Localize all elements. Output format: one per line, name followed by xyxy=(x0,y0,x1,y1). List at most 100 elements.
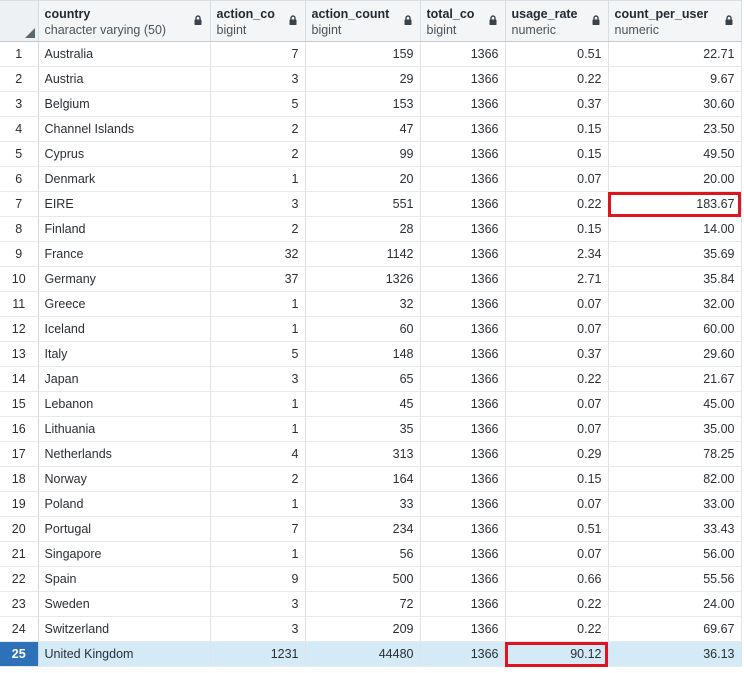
cell-action-co[interactable]: 2 xyxy=(210,216,306,242)
cell-usage-rate[interactable]: 0.22 xyxy=(505,616,609,642)
cell-action-co[interactable]: 1 xyxy=(210,391,306,417)
cell-action-co[interactable]: 1 xyxy=(210,491,306,517)
cell-usage-rate[interactable]: 0.07 xyxy=(505,391,609,417)
row-index-cell[interactable]: 9 xyxy=(0,241,39,267)
cell-action-count[interactable]: 47 xyxy=(305,116,421,142)
cell-action-count[interactable]: 60 xyxy=(305,316,421,342)
row-index-cell[interactable]: 17 xyxy=(0,441,39,467)
cell-country[interactable]: Portugal xyxy=(38,516,211,542)
row-index-cell[interactable]: 5 xyxy=(0,141,39,167)
row-index-cell[interactable]: 10 xyxy=(0,266,39,292)
cell-usage-rate[interactable]: 0.07 xyxy=(505,541,609,567)
cell-total-co[interactable]: 1366 xyxy=(420,566,506,592)
cell-usage-rate[interactable]: 0.29 xyxy=(505,441,609,467)
cell-country[interactable]: France xyxy=(38,241,211,267)
cell-count-per-user[interactable]: 32.00 xyxy=(608,291,742,317)
cell-total-co[interactable]: 1366 xyxy=(420,191,506,217)
cell-country[interactable]: Belgium xyxy=(38,91,211,117)
table-row[interactable]: 11 Greece 1 32 1366 0.07 32.00 xyxy=(0,291,742,317)
cell-usage-rate[interactable]: 0.07 xyxy=(505,291,609,317)
cell-action-count[interactable]: 1326 xyxy=(305,266,421,292)
cell-total-co[interactable]: 1366 xyxy=(420,516,506,542)
cell-action-count[interactable]: 148 xyxy=(305,341,421,367)
cell-country[interactable]: Germany xyxy=(38,266,211,292)
row-index-cell[interactable]: 1 xyxy=(0,41,39,67)
row-index-cell[interactable]: 19 xyxy=(0,491,39,517)
cell-action-count[interactable]: 313 xyxy=(305,441,421,467)
table-row[interactable]: 10 Germany 37 1326 1366 2.71 35.84 xyxy=(0,266,742,292)
table-row[interactable]: 21 Singapore 1 56 1366 0.07 56.00 xyxy=(0,541,742,567)
row-index-cell[interactable]: 8 xyxy=(0,216,39,242)
cell-action-co[interactable]: 3 xyxy=(210,591,306,617)
cell-total-co[interactable]: 1366 xyxy=(420,616,506,642)
cell-usage-rate[interactable]: 0.15 xyxy=(505,466,609,492)
row-index-cell[interactable]: 20 xyxy=(0,516,39,542)
table-row[interactable]: 23 Sweden 3 72 1366 0.22 24.00 xyxy=(0,591,742,617)
cell-action-co[interactable]: 3 xyxy=(210,191,306,217)
cell-count-per-user[interactable]: 35.84 xyxy=(608,266,742,292)
cell-country[interactable]: Cyprus xyxy=(38,141,211,167)
cell-country[interactable]: Switzerland xyxy=(38,616,211,642)
cell-count-per-user[interactable]: 60.00 xyxy=(608,316,742,342)
table-row[interactable]: 2 Austria 3 29 1366 0.22 9.67 xyxy=(0,66,742,92)
cell-usage-rate[interactable]: 0.51 xyxy=(505,516,609,542)
cell-usage-rate[interactable]: 0.66 xyxy=(505,566,609,592)
cell-action-co[interactable]: 2 xyxy=(210,141,306,167)
cell-count-per-user[interactable]: 35.69 xyxy=(608,241,742,267)
cell-count-per-user[interactable]: 14.00 xyxy=(608,216,742,242)
table-row[interactable]: 13 Italy 5 148 1366 0.37 29.60 xyxy=(0,341,742,367)
cell-action-co[interactable]: 1 xyxy=(210,166,306,192)
cell-total-co[interactable]: 1366 xyxy=(420,166,506,192)
table-row[interactable]: 1 Australia 7 159 1366 0.51 22.71 xyxy=(0,41,742,67)
cell-action-count[interactable]: 153 xyxy=(305,91,421,117)
cell-country[interactable]: Greece xyxy=(38,291,211,317)
cell-action-count[interactable]: 99 xyxy=(305,141,421,167)
cell-total-co[interactable]: 1366 xyxy=(420,416,506,442)
cell-country[interactable]: Singapore xyxy=(38,541,211,567)
cell-action-co[interactable]: 9 xyxy=(210,566,306,592)
row-index-cell[interactable]: 16 xyxy=(0,416,39,442)
cell-action-count[interactable]: 32 xyxy=(305,291,421,317)
cell-total-co[interactable]: 1366 xyxy=(420,216,506,242)
cell-count-per-user[interactable]: 30.60 xyxy=(608,91,742,117)
cell-total-co[interactable]: 1366 xyxy=(420,116,506,142)
cell-action-count[interactable]: 56 xyxy=(305,541,421,567)
cell-count-per-user[interactable]: 20.00 xyxy=(608,166,742,192)
cell-usage-rate[interactable]: 0.15 xyxy=(505,116,609,142)
cell-count-per-user[interactable]: 21.67 xyxy=(608,366,742,392)
cell-country[interactable]: Lithuania xyxy=(38,416,211,442)
cell-total-co[interactable]: 1366 xyxy=(420,541,506,567)
cell-country[interactable]: Sweden xyxy=(38,591,211,617)
cell-action-co[interactable]: 7 xyxy=(210,516,306,542)
table-row[interactable]: 8 Finland 2 28 1366 0.15 14.00 xyxy=(0,216,742,242)
cell-count-per-user[interactable]: 33.00 xyxy=(608,491,742,517)
cell-country[interactable]: Australia xyxy=(38,41,211,67)
row-index-cell[interactable]: 7 xyxy=(0,191,39,217)
cell-action-co[interactable]: 4 xyxy=(210,441,306,467)
cell-usage-rate[interactable]: 0.51 xyxy=(505,41,609,67)
cell-total-co[interactable]: 1366 xyxy=(420,366,506,392)
cell-count-per-user[interactable]: 33.43 xyxy=(608,516,742,542)
table-row[interactable]: 9 France 32 1142 1366 2.34 35.69 xyxy=(0,241,742,267)
cell-count-per-user[interactable]: 29.60 xyxy=(608,341,742,367)
cell-action-co[interactable]: 37 xyxy=(210,266,306,292)
cell-total-co[interactable]: 1366 xyxy=(420,291,506,317)
cell-count-per-user[interactable]: 69.67 xyxy=(608,616,742,642)
cell-total-co[interactable]: 1366 xyxy=(420,241,506,267)
cell-total-co[interactable]: 1366 xyxy=(420,66,506,92)
cell-usage-rate[interactable]: 0.07 xyxy=(505,491,609,517)
cell-action-co[interactable]: 3 xyxy=(210,366,306,392)
cell-action-count[interactable]: 28 xyxy=(305,216,421,242)
cell-usage-rate[interactable]: 0.22 xyxy=(505,591,609,617)
cell-country[interactable]: Lebanon xyxy=(38,391,211,417)
cell-action-count[interactable]: 164 xyxy=(305,466,421,492)
cell-total-co[interactable]: 1366 xyxy=(420,266,506,292)
cell-count-per-user[interactable]: 35.00 xyxy=(608,416,742,442)
column-header-action-co[interactable]: action_co bigint xyxy=(210,0,306,42)
cell-count-per-user[interactable]: 22.71 xyxy=(608,41,742,67)
row-index-cell[interactable]: 24 xyxy=(0,616,39,642)
row-index-cell[interactable]: 22 xyxy=(0,566,39,592)
cell-action-co[interactable]: 1 xyxy=(210,316,306,342)
row-index-cell[interactable]: 6 xyxy=(0,166,39,192)
column-header-total-co[interactable]: total_co bigint xyxy=(420,0,506,42)
